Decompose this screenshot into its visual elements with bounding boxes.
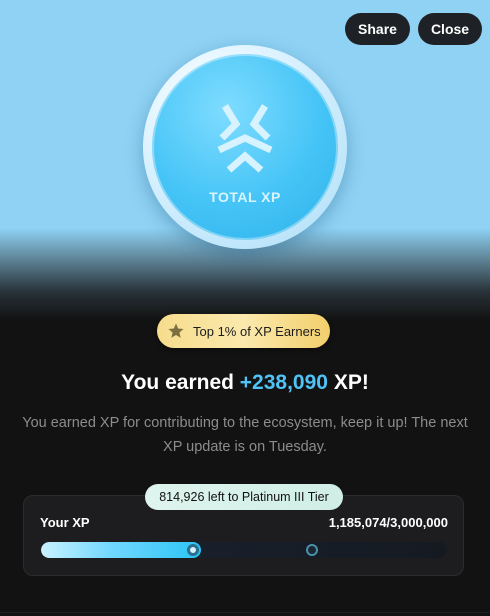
tier-milestone-marker xyxy=(306,544,318,556)
bottom-divider xyxy=(0,612,490,613)
headline-suffix: XP! xyxy=(327,371,369,394)
top-earners-badge: Top 1% of XP Earners xyxy=(157,314,330,348)
badge-label: Top 1% of XP Earners xyxy=(193,323,321,339)
share-button[interactable]: Share xyxy=(345,13,410,45)
headline-prefix: You earned xyxy=(121,371,240,394)
earned-headline: You earned +238,090 XP! xyxy=(0,371,490,395)
xp-progress-fill xyxy=(41,542,201,558)
tier-remaining-pill: 814,926 left to Platinum III Tier xyxy=(145,484,343,510)
earned-xp-amount: +238,090 xyxy=(239,371,328,394)
description-text: You earned XP for contributing to the ec… xyxy=(22,415,468,455)
xp-count: 1,185,074/3,000,000 xyxy=(328,515,448,530)
your-xp-label: Your XP xyxy=(40,515,90,530)
close-button[interactable]: Close xyxy=(418,13,482,45)
xp-progress-track xyxy=(41,542,447,558)
xp-logo-icon xyxy=(217,104,273,173)
coin-label: TOTAL XP xyxy=(209,189,281,205)
star-icon xyxy=(168,323,184,338)
current-progress-marker xyxy=(187,544,199,556)
total-xp-coin: TOTAL XP xyxy=(143,45,347,249)
coin-face: TOTAL XP xyxy=(152,54,338,240)
